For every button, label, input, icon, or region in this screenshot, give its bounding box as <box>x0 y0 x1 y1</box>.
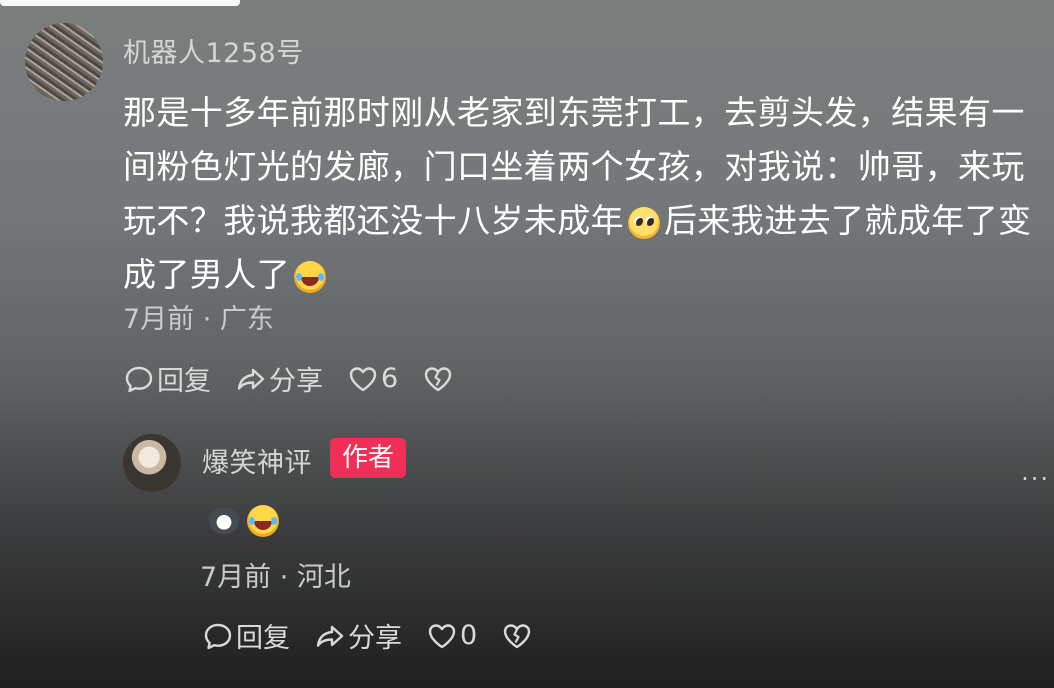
share-arrow-icon <box>316 625 344 647</box>
comment-meta: 7月前 · 广东 <box>123 304 274 335</box>
pleading-face-emoji <box>628 206 660 239</box>
cat-emoji <box>209 508 239 534</box>
comment-text-segment: 后来我进去了就成年了变 <box>664 201 1032 240</box>
comment-text-line: 玩不？我说我都还没十八岁未成年 后来我进去了就成年了变 <box>123 194 1031 242</box>
like-count: 0 <box>460 620 478 651</box>
more-options-icon[interactable]: ... <box>1021 458 1050 486</box>
heart-icon <box>428 623 456 648</box>
share-button[interactable]: 分享 <box>314 616 402 655</box>
reply-meta: 7月前 · 河北 <box>200 562 351 593</box>
like-button[interactable]: 6 <box>347 363 398 395</box>
comment-text-line: 成了男人了 <box>123 248 330 296</box>
heart-icon <box>349 366 377 391</box>
comment-actions: 回复 分享 6 <box>123 359 480 398</box>
comment-text-segment: 玩不？我说我都还没十八岁未成年 <box>123 201 624 240</box>
share-label: 分享 <box>269 366 323 397</box>
dislike-button[interactable] <box>501 620 535 652</box>
speech-bubble-icon <box>204 623 232 649</box>
like-count: 6 <box>381 363 399 394</box>
reply-label: 回复 <box>236 623 290 654</box>
comment-text-line: 间粉色灯光的发廊，门口坐着两个女孩，对我说：帅哥，来玩 <box>123 147 1025 186</box>
comment-username[interactable]: 机器人1258号 <box>123 31 304 70</box>
dislike-button[interactable] <box>422 363 456 395</box>
avatar[interactable] <box>25 23 103 101</box>
previous-header-fragment <box>0 0 240 6</box>
broken-heart-icon <box>503 623 531 648</box>
comment-text-line: 那是十多年前那时刚从老家到东莞打工，去剪头发，结果有一 <box>123 93 1025 132</box>
rolling-laughing-emoji <box>247 505 279 537</box>
share-arrow-icon <box>237 368 265 390</box>
broken-heart-icon <box>424 366 452 391</box>
reply-button[interactable]: 回复 <box>123 359 211 398</box>
reply-text <box>205 503 283 539</box>
share-button[interactable]: 分享 <box>235 359 323 398</box>
reply-button[interactable]: 回复 <box>202 616 290 655</box>
reply-label: 回复 <box>157 366 211 397</box>
author-badge: 作者 <box>330 438 406 478</box>
rolling-laughing-emoji <box>294 260 326 293</box>
reply-username[interactable]: 爆笑神评 <box>202 441 312 480</box>
comment-text-segment: 成了男人了 <box>123 255 290 294</box>
share-label: 分享 <box>348 623 402 654</box>
avatar[interactable] <box>123 434 181 492</box>
like-button[interactable]: 0 <box>426 620 477 652</box>
speech-bubble-icon <box>125 366 153 392</box>
reply-actions: 回复 分享 0 <box>202 616 559 655</box>
